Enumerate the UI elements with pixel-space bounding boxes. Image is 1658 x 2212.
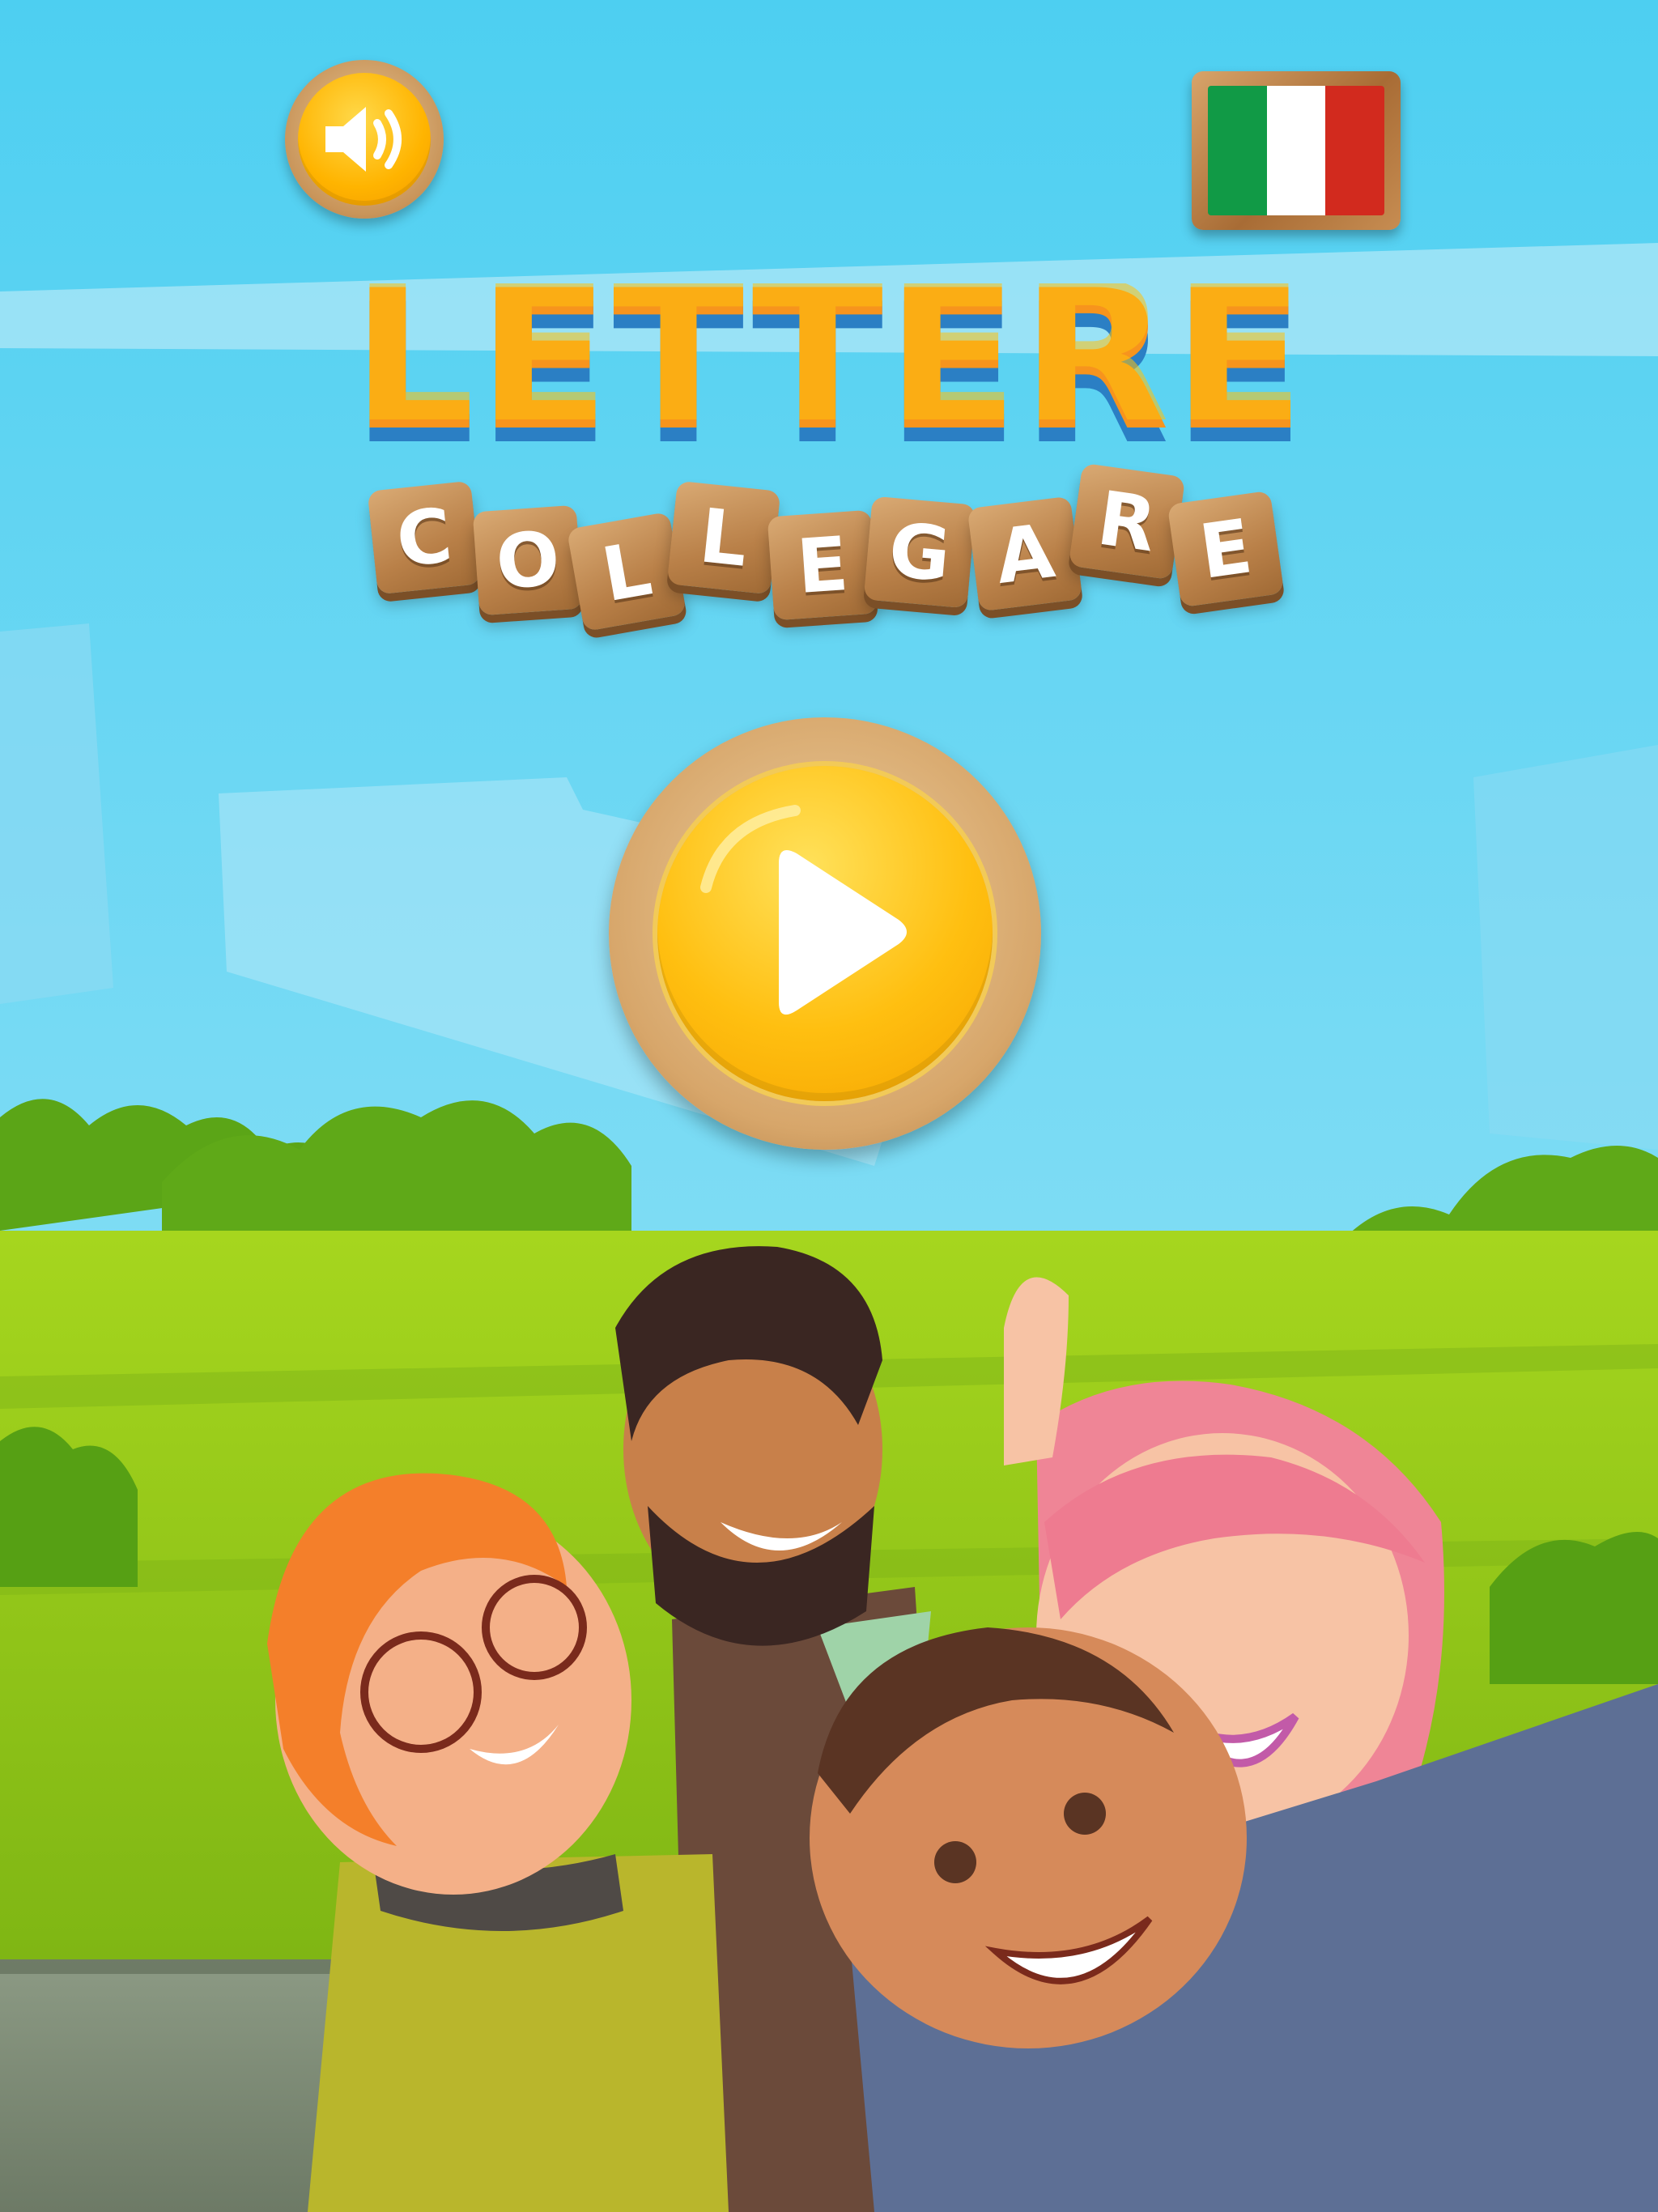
sound-button-face — [298, 73, 431, 206]
speaker-volume-icon — [325, 107, 402, 172]
title-tile: G — [863, 496, 976, 609]
play-triangle-icon — [700, 805, 907, 1015]
title-tile: A — [967, 496, 1083, 612]
sound-toggle-button[interactable] — [285, 60, 444, 219]
title-tile: R — [1068, 462, 1186, 581]
play-button-face — [657, 766, 993, 1101]
italy-flag-icon — [1208, 86, 1384, 215]
title-tile: C — [367, 480, 482, 595]
language-select-button[interactable] — [1192, 71, 1401, 230]
title-tile: L — [666, 480, 781, 595]
title-word-lettere: LETTERE LETTERE LETTERE — [352, 241, 1308, 487]
game-title: LETTERE LETTERE LETTERE — [308, 241, 1352, 487]
title-word-collegare: C O L L E G A R E — [367, 462, 1312, 640]
svg-text:LETTERE: LETTERE — [352, 283, 1308, 466]
title-tile: E — [1167, 490, 1285, 608]
title-tile: E — [767, 509, 878, 621]
title-tile: O — [472, 504, 584, 616]
flag-stripe-green — [1208, 86, 1267, 215]
flag-stripe-white — [1266, 86, 1326, 215]
play-button[interactable] — [609, 717, 1041, 1150]
flag-stripe-red — [1325, 86, 1384, 215]
